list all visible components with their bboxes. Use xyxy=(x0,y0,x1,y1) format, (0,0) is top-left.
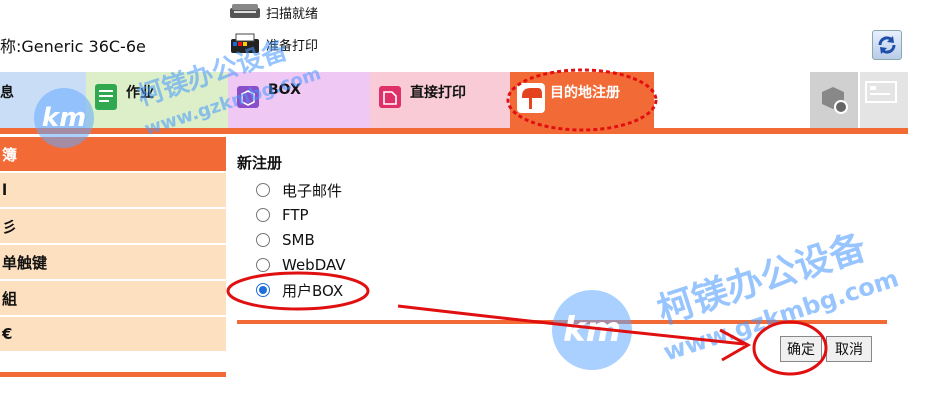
annotation-option-circle xyxy=(226,271,370,311)
annotation-arrow-line xyxy=(397,304,745,346)
annotation-ok-circle xyxy=(752,320,828,376)
annotation-tab-circle xyxy=(506,68,658,132)
red-annotations xyxy=(226,68,828,376)
